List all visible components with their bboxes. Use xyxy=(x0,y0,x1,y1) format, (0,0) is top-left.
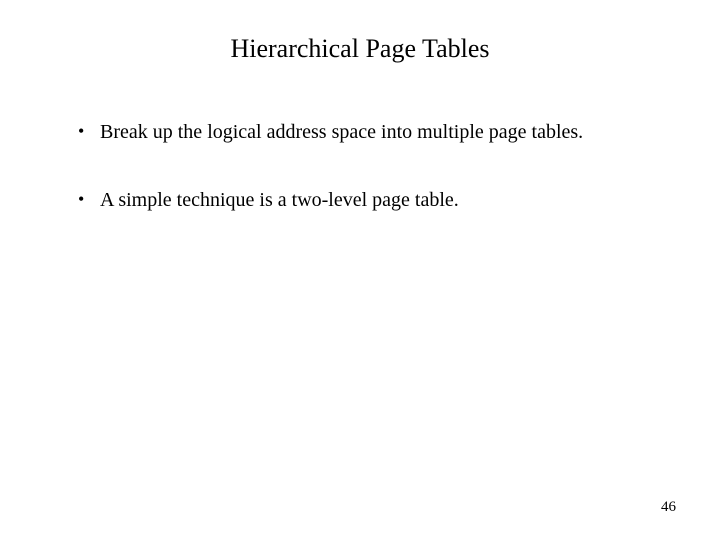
slide-title: Hierarchical Page Tables xyxy=(60,34,660,64)
slide-container: Hierarchical Page Tables Break up the lo… xyxy=(0,0,720,540)
bullet-item: A simple technique is a two-level page t… xyxy=(78,188,660,214)
bullet-item: Break up the logical address space into … xyxy=(78,120,660,146)
bullet-list: Break up the logical address space into … xyxy=(60,120,660,213)
page-number: 46 xyxy=(661,499,676,516)
